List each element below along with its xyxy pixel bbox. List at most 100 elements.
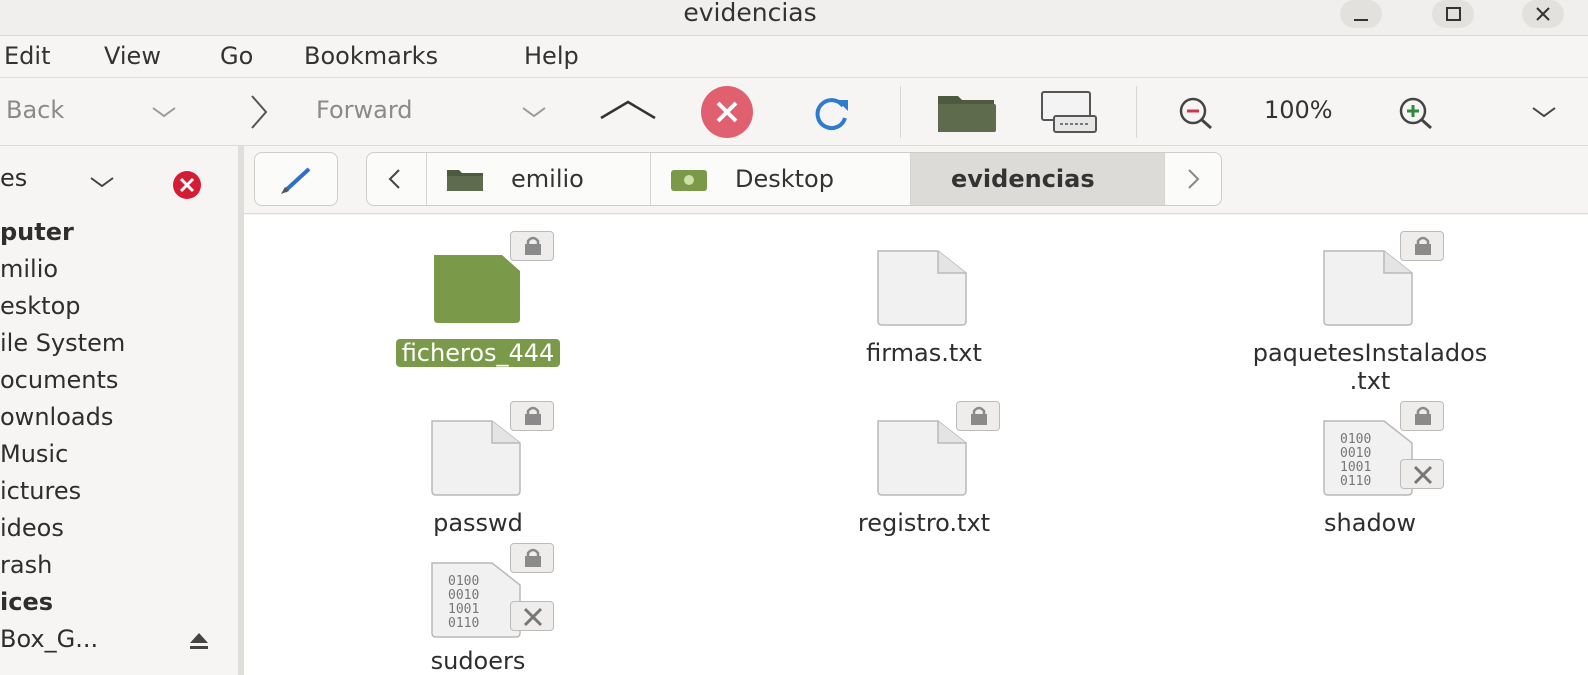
unreadable-emblem-icon xyxy=(1400,459,1444,489)
back-history-chevron-icon[interactable] xyxy=(150,102,178,122)
sidebar-item-videos[interactable]: ideos xyxy=(0,514,64,542)
close-side-pane-icon[interactable] xyxy=(166,164,208,206)
binary-glyph-line: 0010 xyxy=(1340,446,1371,461)
reload-icon[interactable] xyxy=(810,92,852,134)
forward-arrow-icon[interactable] xyxy=(246,92,270,132)
forward-history-chevron-icon[interactable] xyxy=(520,102,548,122)
lock-emblem-icon xyxy=(510,543,554,573)
menu-view[interactable]: View xyxy=(104,42,161,70)
sidebar-item-file-system[interactable]: ile System xyxy=(0,329,125,357)
breadcrumb: emilio Desktop evidencias xyxy=(366,152,1222,206)
minimize-button[interactable] xyxy=(1340,0,1382,28)
folder-icon xyxy=(434,255,520,323)
file-item-ficheros-444[interactable]: ficheros_444 xyxy=(298,231,658,381)
lock-emblem-icon xyxy=(1400,401,1444,431)
zoom-in-icon[interactable] xyxy=(1396,96,1436,130)
binary-glyph-line: 1001 xyxy=(448,602,479,617)
computer-icon[interactable] xyxy=(1038,90,1100,136)
sidebar-item-trash[interactable]: rash xyxy=(0,551,52,579)
lock-emblem-icon xyxy=(510,401,554,431)
zoom-level[interactable]: 100% xyxy=(1264,96,1333,124)
toolbar: Back Forward 100% xyxy=(0,78,1588,146)
sidebar-heading-devices: ices xyxy=(0,588,54,616)
chevron-left-icon xyxy=(388,169,400,189)
minimize-icon xyxy=(1354,19,1368,21)
breadcrumb-desktop[interactable]: Desktop xyxy=(651,153,911,205)
view-options-chevron-icon[interactable] xyxy=(1530,102,1558,122)
file-name: sudoers xyxy=(430,647,526,675)
sidebar-item-downloads[interactable]: ownloads xyxy=(0,403,113,431)
file-item-sudoers[interactable]: 0100 0010 1001 0110 sudoers xyxy=(298,543,658,675)
desktop-icon xyxy=(671,170,707,191)
side-pane-chevron-icon[interactable] xyxy=(88,172,116,192)
stop-icon[interactable] xyxy=(700,85,754,139)
breadcrumb-emilio[interactable]: emilio xyxy=(427,153,651,205)
binary-glyph-line: 0110 xyxy=(448,616,479,631)
file-item-firmas-txt[interactable]: firmas.txt xyxy=(744,231,1104,381)
zoom-out-icon[interactable] xyxy=(1176,96,1216,130)
home-folder-icon xyxy=(447,170,483,191)
file-name: passwd xyxy=(433,509,523,537)
binary-glyph-line: 0010 xyxy=(448,588,479,603)
side-pane-selector[interactable]: es xyxy=(0,164,27,192)
sidebar-item-home[interactable]: milio xyxy=(0,255,58,283)
text-document-icon xyxy=(877,250,967,326)
breadcrumb-label: evidencias xyxy=(951,165,1095,193)
toolbar-separator xyxy=(900,86,901,138)
lock-emblem-icon xyxy=(510,231,554,261)
breadcrumb-label: Desktop xyxy=(735,165,834,193)
breadcrumb-label: emilio xyxy=(511,165,584,193)
sidebar-heading-computer: puter xyxy=(0,218,74,246)
home-folder-icon[interactable] xyxy=(936,90,998,134)
forward-button[interactable]: Forward xyxy=(316,96,413,124)
back-button[interactable]: Back xyxy=(6,96,64,124)
text-document-icon xyxy=(877,420,967,496)
sidebar-item-pictures[interactable]: ictures xyxy=(0,477,81,505)
sidebar-item-music[interactable]: Music xyxy=(0,440,68,468)
binary-glyph-line: 1001 xyxy=(1340,460,1371,475)
binary-glyph-line: 0110 xyxy=(1340,474,1371,489)
location-bar: emilio Desktop evidencias xyxy=(244,146,1588,214)
maximize-button[interactable] xyxy=(1432,0,1474,28)
close-button[interactable] xyxy=(1522,0,1564,28)
up-arrow-icon[interactable] xyxy=(598,96,658,126)
menu-edit[interactable]: Edit xyxy=(4,42,50,70)
breadcrumb-evidencias[interactable]: evidencias xyxy=(911,153,1165,205)
sidebar-item-vbox-device[interactable]: Box_G... xyxy=(0,625,98,653)
binary-glyph-line: 0100 xyxy=(1340,432,1371,447)
binary-glyph-line: 0100 xyxy=(448,574,479,589)
file-item-registro-txt[interactable]: registro.txt xyxy=(744,401,1104,537)
text-document-icon xyxy=(431,420,521,496)
sidebar-item-documents[interactable]: ocuments xyxy=(0,366,118,394)
file-item-passwd[interactable]: passwd xyxy=(298,401,658,537)
menu-help[interactable]: Help xyxy=(524,42,579,70)
close-icon xyxy=(1536,7,1550,21)
file-icon-view: ficheros_444 firmas.txt paquetesInstalad… xyxy=(244,215,1588,675)
pencil-icon xyxy=(281,167,311,194)
edit-location-button[interactable] xyxy=(254,152,338,206)
places-sidebar: puter milio esktop ile System ocuments o… xyxy=(0,214,240,675)
breadcrumb-back-button[interactable] xyxy=(367,153,427,205)
sidebar-item-desktop[interactable]: esktop xyxy=(0,292,81,320)
chevron-right-icon xyxy=(1188,169,1200,189)
file-item-shadow[interactable]: 0100 0010 1001 0110 shadow xyxy=(1190,401,1550,537)
file-name: ficheros_444 xyxy=(298,339,658,367)
eject-icon[interactable] xyxy=(188,630,210,652)
menu-bar: Edit View Go Bookmarks Help xyxy=(0,36,1588,78)
lock-emblem-icon xyxy=(1400,231,1444,261)
breadcrumb-forward-button[interactable] xyxy=(1165,153,1221,205)
side-pane-header: es xyxy=(0,146,240,214)
binary-document-icon: 0100 0010 1001 0110 xyxy=(431,562,521,638)
maximize-icon xyxy=(1446,7,1461,21)
menu-go[interactable]: Go xyxy=(220,42,253,70)
file-item-paquetesinstalados-txt[interactable]: paquetesInstalados .txt xyxy=(1190,231,1550,395)
file-name: firmas.txt xyxy=(866,339,982,367)
file-name: registro.txt xyxy=(857,509,991,537)
file-name: shadow xyxy=(1324,509,1416,537)
file-name-line1: paquetesInstalados xyxy=(1252,339,1488,367)
window-title: evidencias xyxy=(683,0,817,27)
menu-bookmarks[interactable]: Bookmarks xyxy=(304,42,438,70)
unreadable-emblem-icon xyxy=(510,601,554,631)
title-bar: evidencias xyxy=(0,0,1588,36)
file-name-line2: .txt xyxy=(1349,367,1391,395)
